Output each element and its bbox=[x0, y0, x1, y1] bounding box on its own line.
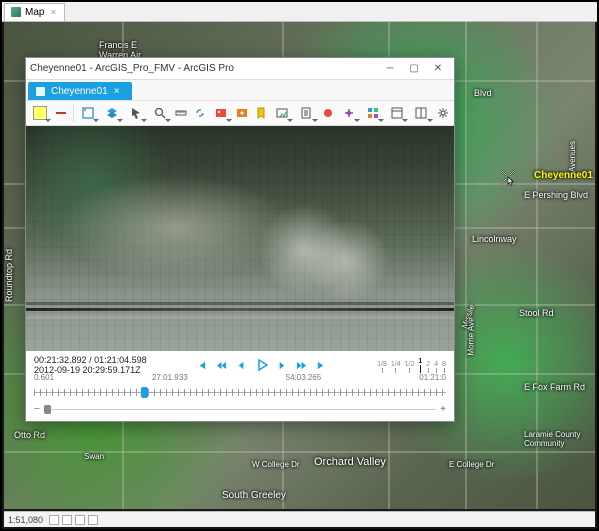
fmv-title: Cheyenne01 - ArcGIS_Pro_FMV - ArcGIS Pro bbox=[30, 63, 378, 74]
fmv-controls: 00:21:32.892 / 01:21:04.598 2012-09-19 2… bbox=[26, 351, 454, 421]
fast-fwd-button[interactable] bbox=[295, 358, 309, 372]
label-wcollege: W College Dr bbox=[252, 460, 300, 469]
map-tab-label: Map bbox=[25, 7, 44, 18]
skip-end-button[interactable] bbox=[315, 358, 329, 372]
measure-button[interactable] bbox=[172, 103, 191, 123]
color-picker-button[interactable] bbox=[28, 103, 52, 123]
minimize-button[interactable]: ─ bbox=[378, 60, 402, 78]
label-ecollege: E College Dr bbox=[449, 460, 494, 469]
zoom-out-button[interactable]: − bbox=[34, 404, 40, 415]
fmv-player-window: Cheyenne01 - ArcGIS_Pro_FMV - ArcGIS Pro… bbox=[25, 57, 455, 422]
close-button[interactable]: ✕ bbox=[426, 60, 450, 78]
fmv-tab-bar: Cheyenne01 × bbox=[26, 80, 454, 100]
speed-indicator[interactable]: 1/8 1/4 1/2 1 2 4 8 bbox=[377, 358, 446, 373]
scrub-label-end: 01:21:0 bbox=[419, 373, 446, 382]
select-button[interactable] bbox=[124, 103, 148, 123]
scrub-label-mid1: 27:01.933 bbox=[152, 373, 188, 382]
step-back-button[interactable] bbox=[235, 358, 249, 372]
status-icons bbox=[49, 515, 98, 525]
map-icon bbox=[11, 7, 21, 17]
label-morrie: Morrie Ave bbox=[467, 317, 476, 355]
label-swan: Swan bbox=[84, 452, 104, 461]
play-button[interactable] bbox=[255, 358, 269, 372]
label-otto: Otto Rd bbox=[14, 430, 45, 440]
status-icon-4[interactable] bbox=[88, 515, 98, 525]
zoom-slider[interactable] bbox=[44, 409, 436, 410]
status-icon-1[interactable] bbox=[49, 515, 59, 525]
step-fwd-button[interactable] bbox=[275, 358, 289, 372]
mosaic-button[interactable] bbox=[361, 103, 385, 123]
zoom-in-button[interactable]: + bbox=[440, 404, 446, 415]
label-lincolnway: Lincolnway bbox=[472, 234, 517, 244]
stroke-button[interactable] bbox=[52, 103, 71, 123]
label-southgreeley: South Greeley bbox=[222, 490, 286, 501]
platform-button[interactable] bbox=[337, 103, 361, 123]
video-viewport[interactable] bbox=[26, 126, 454, 351]
digitize-button[interactable] bbox=[76, 103, 100, 123]
label-pershing: E Pershing Blvd bbox=[524, 190, 588, 200]
fmv-toolbar bbox=[26, 100, 454, 126]
label-cheyenne01: Cheyenne01 bbox=[534, 170, 593, 181]
label-roundtop: Roundtop Rd bbox=[4, 249, 14, 302]
skip-start-button[interactable] bbox=[195, 358, 209, 372]
properties-button[interactable] bbox=[385, 103, 409, 123]
label-laramie: Laramie County Community bbox=[524, 430, 580, 448]
settings-button[interactable] bbox=[434, 103, 453, 123]
transport-controls bbox=[195, 358, 329, 372]
metadata-panel-button[interactable] bbox=[409, 103, 433, 123]
label-avenues: Avenues bbox=[568, 141, 577, 172]
timeline-scrubber[interactable] bbox=[34, 384, 446, 402]
frame-footprint-button[interactable] bbox=[209, 103, 233, 123]
label-foxfarm: E Fox Farm Rd bbox=[524, 382, 585, 392]
export-frame-button[interactable] bbox=[270, 103, 294, 123]
video-icon bbox=[36, 87, 45, 96]
record-button[interactable] bbox=[319, 103, 338, 123]
fmv-tab-label: Cheyenne01 bbox=[51, 86, 108, 97]
close-icon[interactable]: × bbox=[114, 86, 124, 97]
fmv-titlebar[interactable]: Cheyenne01 - ArcGIS_Pro_FMV - ArcGIS Pro… bbox=[26, 58, 454, 80]
layer-button[interactable] bbox=[100, 103, 124, 123]
export-metadata-button[interactable] bbox=[294, 103, 318, 123]
maximize-button[interactable]: ▢ bbox=[402, 60, 426, 78]
link-button[interactable] bbox=[191, 103, 210, 123]
label-orchard: Orchard Valley bbox=[314, 456, 386, 468]
map-tab[interactable]: Map × bbox=[4, 3, 65, 21]
status-bar: 1:51,080 bbox=[4, 511, 595, 527]
time-elapsed-duration: 00:21:32.892 / 01:21:04.598 bbox=[34, 355, 147, 365]
label-stool: Stool Rd bbox=[519, 308, 554, 318]
scrub-label-start: 0.601 bbox=[34, 373, 54, 382]
zoom-button[interactable] bbox=[148, 103, 172, 123]
bookmark-button[interactable] bbox=[252, 103, 271, 123]
scrub-label-mid2: 54:03.265 bbox=[286, 373, 322, 382]
scale-readout[interactable]: 1:51,080 bbox=[8, 515, 43, 525]
label-blvd: Blvd bbox=[474, 88, 492, 98]
status-icon-2[interactable] bbox=[62, 515, 72, 525]
map-tab-bar: Map × bbox=[2, 2, 597, 22]
fmv-video-tab[interactable]: Cheyenne01 × bbox=[28, 82, 132, 100]
rewind-button[interactable] bbox=[215, 358, 229, 372]
status-icon-3[interactable] bbox=[75, 515, 85, 525]
frame-center-button[interactable] bbox=[233, 103, 252, 123]
close-icon[interactable]: × bbox=[48, 7, 58, 17]
